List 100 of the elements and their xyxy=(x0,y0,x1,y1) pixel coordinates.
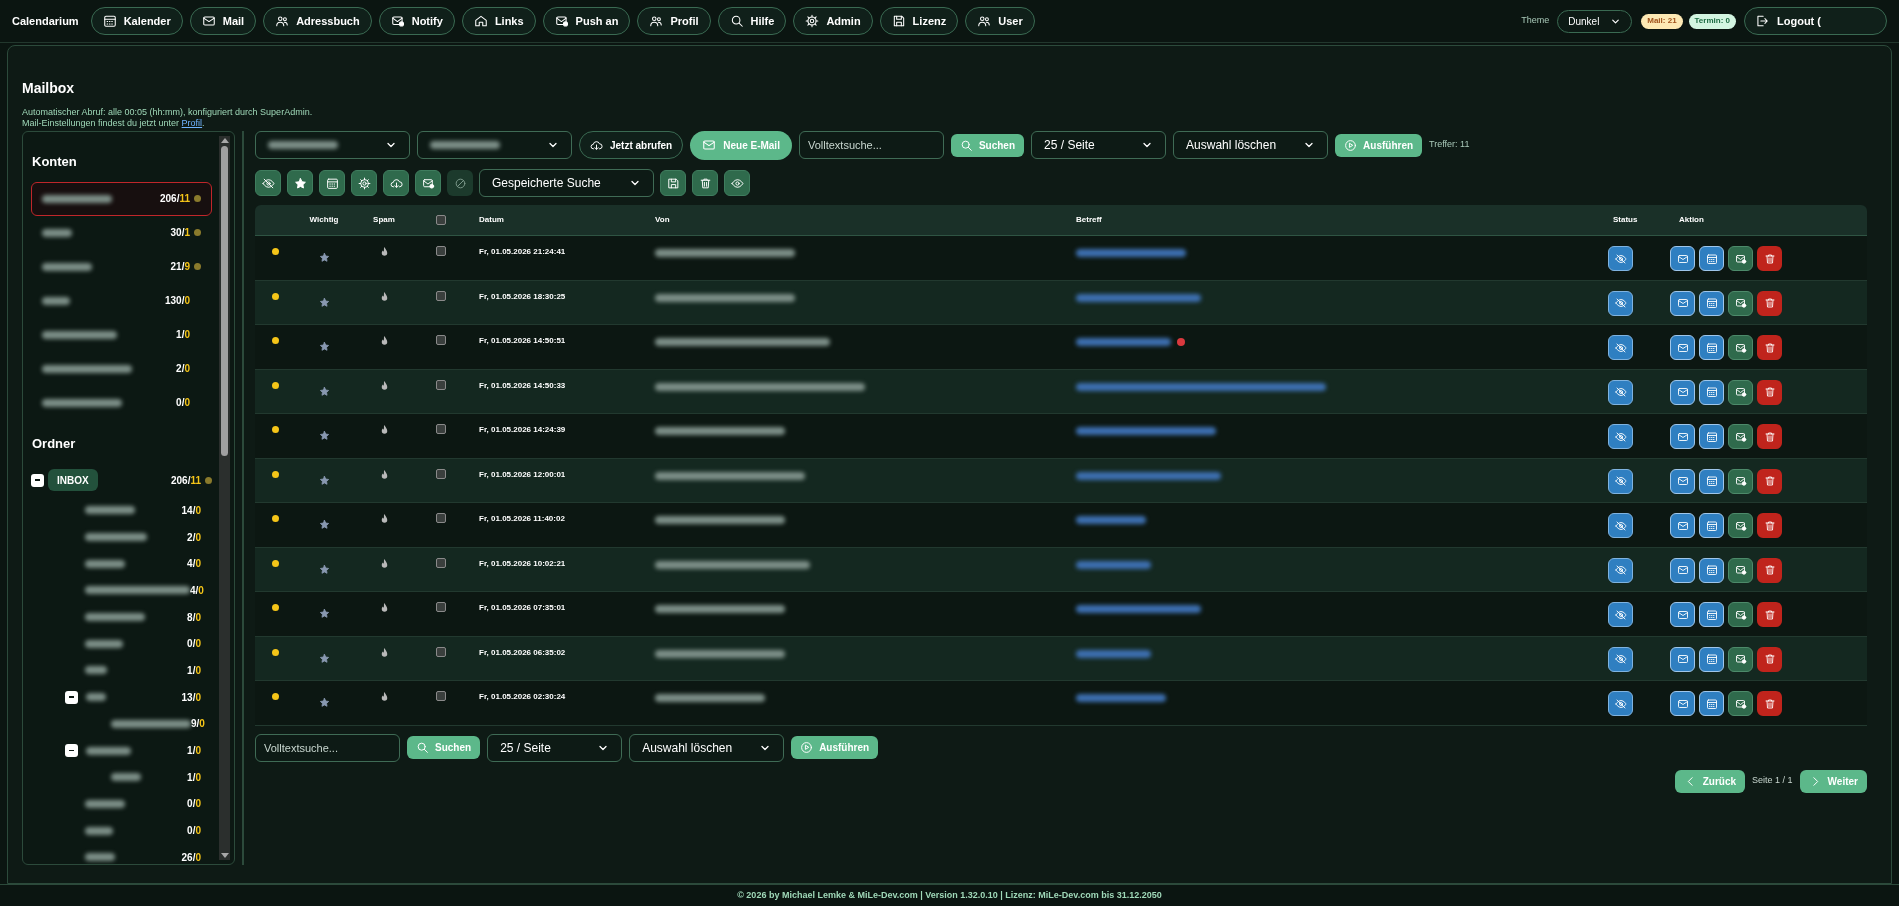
folder-item[interactable]: 4/0 xyxy=(31,550,212,578)
account-select[interactable] xyxy=(417,131,572,159)
collapse-toggle[interactable] xyxy=(31,473,44,487)
delete-button[interactable] xyxy=(1757,379,1782,405)
delete-button[interactable] xyxy=(1757,602,1782,627)
account-select[interactable] xyxy=(255,131,410,159)
nav-button[interactable]: Lizenz xyxy=(879,7,959,35)
show-search-button[interactable] xyxy=(724,170,750,196)
row-checkbox[interactable] xyxy=(436,379,446,390)
folder-item[interactable]: 2/0 xyxy=(31,523,212,551)
clear-filter-button[interactable] xyxy=(447,170,473,196)
row-checkbox[interactable] xyxy=(436,424,446,434)
nav-button[interactable]: Mail xyxy=(189,7,257,35)
account-item[interactable]: 21/9 xyxy=(31,249,212,284)
delete-search-button[interactable] xyxy=(692,170,718,196)
mail-check-button[interactable] xyxy=(1728,646,1753,672)
mail-check-button[interactable] xyxy=(1728,557,1753,583)
mark-read-button[interactable] xyxy=(1608,557,1633,583)
reply-button[interactable] xyxy=(1670,557,1695,583)
row-checkbox[interactable] xyxy=(436,246,446,256)
bulk-action-select[interactable]: Auswahl löschen xyxy=(629,733,785,762)
theme-select[interactable]: Dunkel xyxy=(1557,9,1633,33)
account-item[interactable]: 1/0 xyxy=(31,317,212,352)
row-checkbox[interactable] xyxy=(436,602,446,612)
reply-button[interactable] xyxy=(1670,646,1695,672)
mark-read-button[interactable] xyxy=(1608,424,1633,449)
saved-search-select[interactable]: Gespeicherte Suche xyxy=(479,169,654,197)
calendar-button[interactable] xyxy=(1699,691,1724,716)
nav-button[interactable]: User xyxy=(965,7,1035,35)
fetch-button[interactable]: Jetzt abrufen xyxy=(579,131,684,159)
mail-check-button[interactable] xyxy=(1728,691,1753,716)
hide-read-button[interactable] xyxy=(255,170,281,196)
mail-row[interactable]: Fr, 01.05.2026 10:02:21 xyxy=(255,547,1867,592)
mail-row[interactable]: Fr, 01.05.2026 14:50:33 xyxy=(255,369,1867,414)
calendar-button[interactable] xyxy=(1699,379,1724,405)
mark-read-button[interactable] xyxy=(1608,335,1633,360)
mail-row[interactable]: Fr, 01.05.2026 06:35:02 xyxy=(255,636,1867,681)
folder-item[interactable]: 0/0 xyxy=(31,790,212,818)
folder-item[interactable]: 1/0 xyxy=(31,763,212,791)
mail-row[interactable]: Fr, 01.05.2026 18:30:25 xyxy=(255,280,1867,325)
account-item[interactable]: 206/11 xyxy=(31,181,212,216)
delete-button[interactable] xyxy=(1757,335,1782,360)
reply-button[interactable] xyxy=(1670,513,1695,538)
calendar-button[interactable] xyxy=(1699,290,1724,316)
mark-read-button[interactable] xyxy=(1608,290,1633,316)
folder-item[interactable]: 0/0 xyxy=(31,817,212,844)
mark-read-button[interactable] xyxy=(1608,513,1633,538)
select-all-checkbox[interactable] xyxy=(436,215,446,225)
row-checkbox[interactable] xyxy=(436,513,446,523)
reply-button[interactable] xyxy=(1670,424,1695,449)
delete-button[interactable] xyxy=(1757,290,1782,316)
per-page-select[interactable]: 25 / Seite xyxy=(487,733,623,762)
mail-check-button[interactable] xyxy=(1728,379,1753,405)
row-checkbox[interactable] xyxy=(436,335,446,345)
nav-button[interactable]: Profil xyxy=(637,7,711,35)
calendar-button[interactable] xyxy=(1699,468,1724,494)
row-checkbox[interactable] xyxy=(436,691,446,701)
mark-read-button[interactable] xyxy=(1608,468,1633,494)
calendar-button[interactable] xyxy=(1699,646,1724,672)
search-field[interactable]: Volltextsuche... xyxy=(255,733,400,762)
nav-button[interactable]: Links xyxy=(461,7,536,35)
calendar-button[interactable] xyxy=(1699,602,1724,627)
delete-button[interactable] xyxy=(1757,424,1782,449)
logout-button[interactable]: Logout ( xyxy=(1744,7,1887,35)
mark-read-button[interactable] xyxy=(1608,602,1633,627)
settings-button[interactable] xyxy=(351,170,377,196)
folder-item[interactable]: 8/0 xyxy=(31,603,212,631)
mail-check-button[interactable] xyxy=(1728,468,1753,494)
calendar-button[interactable] xyxy=(319,170,345,196)
mail-check-button[interactable] xyxy=(1728,246,1753,271)
nav-button[interactable]: Kalender xyxy=(90,7,183,35)
folder-item[interactable]: 14/0 xyxy=(31,497,212,524)
reply-button[interactable] xyxy=(1670,246,1695,271)
delete-button[interactable] xyxy=(1757,557,1782,583)
delete-button[interactable] xyxy=(1757,468,1782,494)
account-item[interactable]: 2/0 xyxy=(31,351,212,386)
calendar-button[interactable] xyxy=(1699,424,1724,449)
row-checkbox[interactable] xyxy=(436,290,446,301)
search-field[interactable]: Volltextsuche... xyxy=(798,131,944,159)
save-search-button[interactable] xyxy=(660,170,686,196)
folder-item[interactable]: 13/0 xyxy=(31,683,212,711)
collapse-toggle[interactable] xyxy=(65,690,78,704)
reply-button[interactable] xyxy=(1670,290,1695,316)
account-item[interactable]: 30/1 xyxy=(31,215,212,250)
mail-check-button[interactable] xyxy=(1728,335,1753,360)
folder-button[interactable]: INBOX xyxy=(48,469,98,491)
important-filter-button[interactable] xyxy=(287,170,313,196)
mail-row[interactable]: Fr, 01.05.2026 12:00:01 xyxy=(255,458,1867,503)
mail-check-button[interactable] xyxy=(1728,513,1753,538)
calendar-button[interactable] xyxy=(1699,557,1724,583)
row-checkbox[interactable] xyxy=(436,468,446,479)
mark-read-button[interactable] xyxy=(1608,646,1633,672)
mail-check-button[interactable] xyxy=(1728,602,1753,627)
per-page-select[interactable]: 25 / Seite xyxy=(1031,131,1167,159)
scrollbar[interactable] xyxy=(219,136,230,860)
nav-button[interactable]: Notify xyxy=(378,7,455,35)
delete-button[interactable] xyxy=(1757,691,1782,716)
folder-item[interactable]: INBOX 206/11 xyxy=(31,463,212,497)
calendar-button[interactable] xyxy=(1699,513,1724,538)
folder-item[interactable]: 9/0 xyxy=(31,710,212,738)
